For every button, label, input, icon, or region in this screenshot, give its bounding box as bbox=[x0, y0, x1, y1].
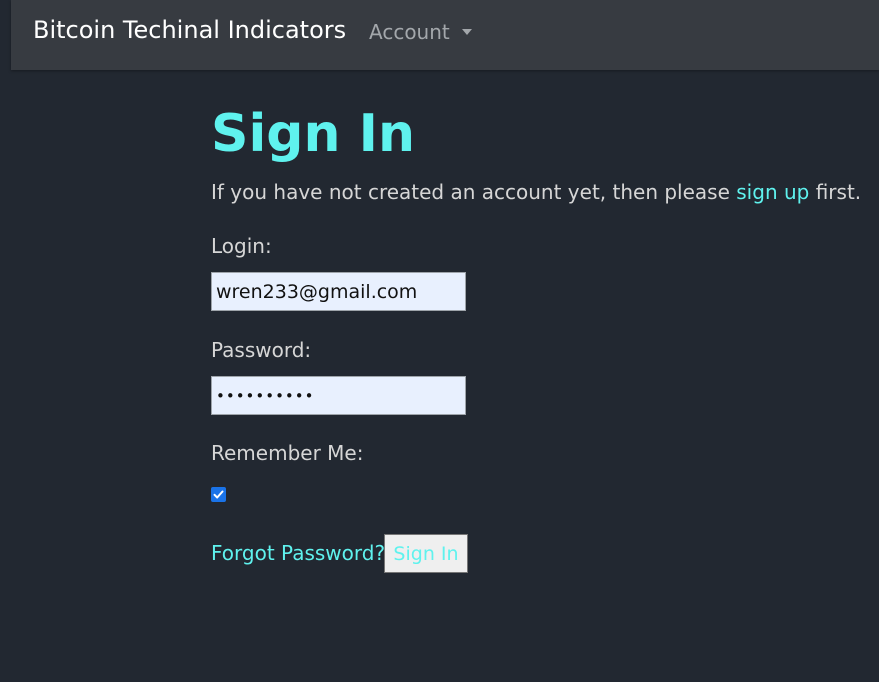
remember-me-label: Remember Me: bbox=[211, 441, 364, 465]
signup-prompt-text: If you have not created an account yet, … bbox=[211, 180, 737, 204]
remember-me-checkbox[interactable] bbox=[211, 487, 226, 502]
account-dropdown-label: Account bbox=[369, 20, 450, 44]
forgot-password-link[interactable]: Forgot Password? bbox=[211, 541, 385, 565]
login-label: Login: bbox=[211, 234, 272, 258]
navbar: Bitcoin Techinal Indicators Account bbox=[11, 0, 879, 70]
sign-in-button[interactable]: Sign In bbox=[384, 534, 468, 573]
brand-link[interactable]: Bitcoin Techinal Indicators bbox=[33, 16, 346, 44]
signup-link[interactable]: sign up bbox=[736, 180, 809, 204]
checkmark-icon bbox=[213, 490, 224, 499]
login-field[interactable] bbox=[211, 272, 466, 311]
signup-prompt-suffix: first. bbox=[809, 180, 862, 204]
signup-prompt: If you have not created an account yet, … bbox=[211, 180, 861, 204]
password-field[interactable] bbox=[211, 376, 466, 415]
account-dropdown[interactable]: Account bbox=[369, 20, 472, 44]
password-label: Password: bbox=[211, 338, 312, 362]
page-title: Sign In bbox=[211, 104, 415, 164]
caret-down-icon bbox=[461, 29, 472, 35]
